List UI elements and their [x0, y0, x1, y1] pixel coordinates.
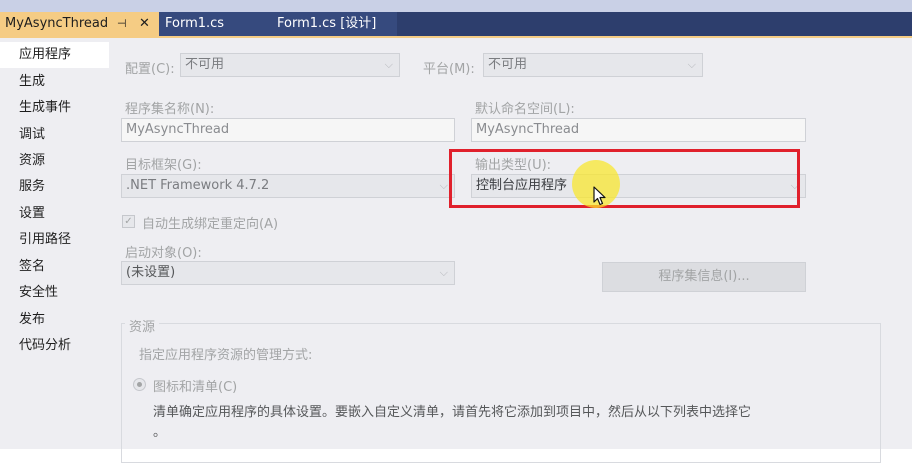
tab-form1-designer[interactable]: Form1.cs [设计] — [271, 12, 397, 36]
assembly-name-input[interactable]: MyAsyncThread — [121, 118, 455, 142]
default-namespace-label: 默认命名空间(L): — [475, 102, 575, 117]
document-tab-bar: MyAsyncThread ⊣ ✕ Form1.cs Form1.cs [设计] — [0, 12, 912, 36]
sidebar-item-publish[interactable]: 发布 — [0, 307, 109, 333]
chevron-down-icon: ⌵ — [439, 266, 448, 279]
window-top-strip — [0, 0, 912, 12]
resources-group-title: 资源 — [125, 316, 160, 335]
close-icon[interactable]: ✕ — [139, 12, 150, 36]
output-type-highlight-box — [449, 149, 800, 208]
sidebar-item-security[interactable]: 安全性 — [0, 280, 109, 306]
sidebar-item-reference-paths[interactable]: 引用路径 — [0, 227, 109, 253]
startup-object-value: (未设置) — [126, 265, 176, 280]
assembly-info-button[interactable]: 程序集信息(I)... — [602, 262, 806, 292]
tab-label: Form1.cs [设计] — [277, 16, 377, 31]
assembly-name-label: 程序集名称(N): — [125, 102, 215, 117]
platform-select[interactable]: 不可用 ⌵ — [483, 53, 703, 77]
tab-label: MyAsyncThread — [5, 16, 109, 31]
mouse-pointer-icon — [593, 186, 606, 206]
sidebar-item-settings[interactable]: 设置 — [0, 201, 109, 227]
sidebar-item-application[interactable]: 应用程序 — [0, 42, 109, 68]
startup-object-select[interactable]: (未设置) ⌵ — [121, 261, 455, 285]
icon-manifest-detail-tail: 。 — [153, 425, 167, 440]
sidebar-item-services[interactable]: 服务 — [0, 174, 109, 200]
tab-form1-cs[interactable]: Form1.cs — [159, 12, 271, 36]
sidebar-item-build[interactable]: 生成 — [0, 69, 109, 95]
sidebar-item-resources[interactable]: 资源 — [0, 148, 109, 174]
application-settings-panel: 配置(C): 不可用 ⌵ 平台(M): 不可用 ⌵ 程序集名称(N): MyAs… — [109, 38, 912, 463]
sidebar-item-code-analysis[interactable]: 代码分析 — [0, 333, 109, 359]
target-framework-select[interactable]: .NET Framework 4.7.2 ⌵ — [121, 174, 455, 198]
default-namespace-input[interactable]: MyAsyncThread — [471, 118, 806, 142]
config-select[interactable]: 不可用 ⌵ — [180, 53, 400, 77]
icon-manifest-radio[interactable] — [133, 378, 146, 391]
startup-object-label: 启动对象(O): — [125, 246, 202, 261]
sidebar-item-debug[interactable]: 调试 — [0, 122, 109, 148]
property-pages-sidebar: 应用程序 生成 生成事件 调试 资源 服务 设置 引用路径 签名 安全性 发布 … — [0, 38, 109, 449]
chevron-down-icon: ⌵ — [384, 58, 393, 71]
platform-value: 不可用 — [488, 57, 528, 72]
sidebar-item-build-events[interactable]: 生成事件 — [0, 95, 109, 121]
target-framework-value: .NET Framework 4.7.2 — [126, 178, 270, 193]
chevron-down-icon: ⌵ — [439, 179, 448, 192]
icon-manifest-label: 图标和清单(C) — [153, 380, 238, 395]
tab-label: Form1.cs — [165, 16, 225, 31]
sidebar-item-signing[interactable]: 签名 — [0, 254, 109, 280]
platform-label: 平台(M): — [423, 62, 475, 77]
pin-icon[interactable]: ⊣ — [117, 12, 127, 36]
icon-manifest-detail: 清单确定应用程序的具体设置。要嵌入自定义清单，请首先将它添加到项目中，然后从以下… — [153, 405, 752, 420]
chevron-down-icon: ⌵ — [687, 58, 696, 71]
config-value: 不可用 — [185, 57, 225, 72]
auto-binding-checkbox[interactable]: ✓ — [122, 215, 135, 228]
config-label: 配置(C): — [125, 62, 175, 77]
target-framework-label: 目标框架(G): — [125, 158, 202, 173]
tab-myasyncthread[interactable]: MyAsyncThread ⊣ ✕ — [0, 12, 159, 36]
resources-description: 指定应用程序资源的管理方式: — [139, 348, 313, 363]
auto-binding-label: 自动生成绑定重定向(A) — [142, 217, 279, 232]
